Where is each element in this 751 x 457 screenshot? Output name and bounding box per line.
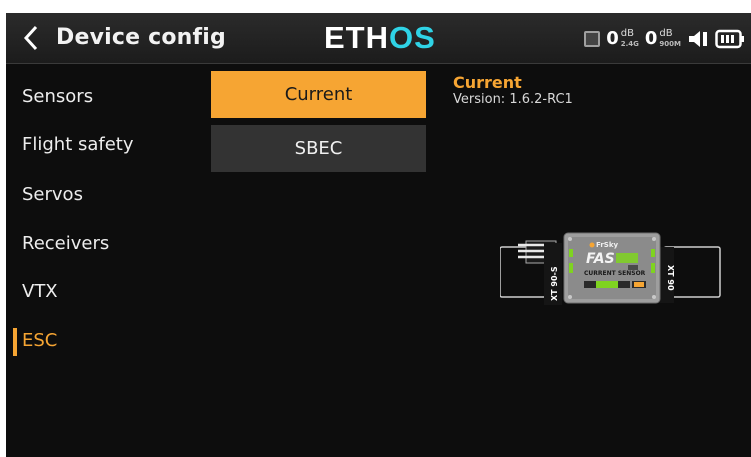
back-chevron-icon	[23, 25, 38, 51]
battery-icon	[715, 29, 744, 49]
logo-text-os: OS	[389, 20, 436, 55]
list-item-current[interactable]: Current	[211, 71, 426, 118]
back-button[interactable]	[14, 21, 48, 55]
status-area: 0 dB 2.4G 0 dB 900M	[584, 23, 745, 55]
current-sensor-image: XT 90-S XT 90 FrSky FAS CURRENT SENSOR	[500, 232, 721, 305]
header-bar: Device config ETH OS 0 dB 2.4G 0 dB 900M	[6, 13, 751, 64]
active-indicator	[13, 328, 17, 356]
sidebar-item-flight-safety[interactable]: Flight safety	[6, 122, 211, 166]
device-caption: CURRENT SENSOR	[584, 270, 646, 277]
rf-900m-band: 900M	[659, 40, 681, 48]
rf-module-icon	[584, 31, 601, 47]
rf-2g4-unit: dB	[620, 28, 634, 39]
sidebar: Sensors Flight safety Servos Receivers V…	[6, 64, 211, 457]
rf-2g4-band: 2.4G	[620, 40, 639, 48]
sidebar-item-esc-label: ESC	[22, 329, 58, 351]
info-title: Current	[453, 73, 522, 92]
rf-900m-unit: dB	[659, 28, 673, 39]
radio-screen: Device config ETHOS 0 dB 2.4G 0 dB 900M	[6, 13, 751, 457]
rf-900m-indicator: 0 dB 900M	[645, 29, 681, 49]
device-model: FAS	[586, 251, 615, 267]
sidebar-item-esc[interactable]: ESC	[6, 318, 211, 362]
rf-900m-value: 0	[644, 28, 658, 49]
device-right-label: XT 90	[666, 265, 675, 291]
sidebar-item-receivers[interactable]: Receivers	[6, 221, 211, 265]
speaker-icon[interactable]	[687, 28, 709, 50]
ethos-logo: ETH OS	[324, 20, 436, 55]
list-item-sbec[interactable]: SBEC	[211, 125, 426, 172]
info-version: Version: 1.6.2-RC1	[453, 92, 573, 107]
page-title: Device config	[56, 25, 226, 50]
sidebar-item-servos[interactable]: Servos	[6, 172, 211, 216]
rf-2g4-value: 0	[606, 28, 619, 49]
device-left-label: XT 90-S	[550, 266, 559, 301]
device-brand: FrSky	[596, 241, 618, 249]
logo-text-eth: ETH	[324, 20, 389, 55]
sidebar-item-vtx[interactable]: VTX	[6, 269, 211, 313]
rf-2g4-indicator: 0 dB 2.4G	[606, 29, 639, 49]
sidebar-item-sensors[interactable]: Sensors	[6, 74, 211, 118]
